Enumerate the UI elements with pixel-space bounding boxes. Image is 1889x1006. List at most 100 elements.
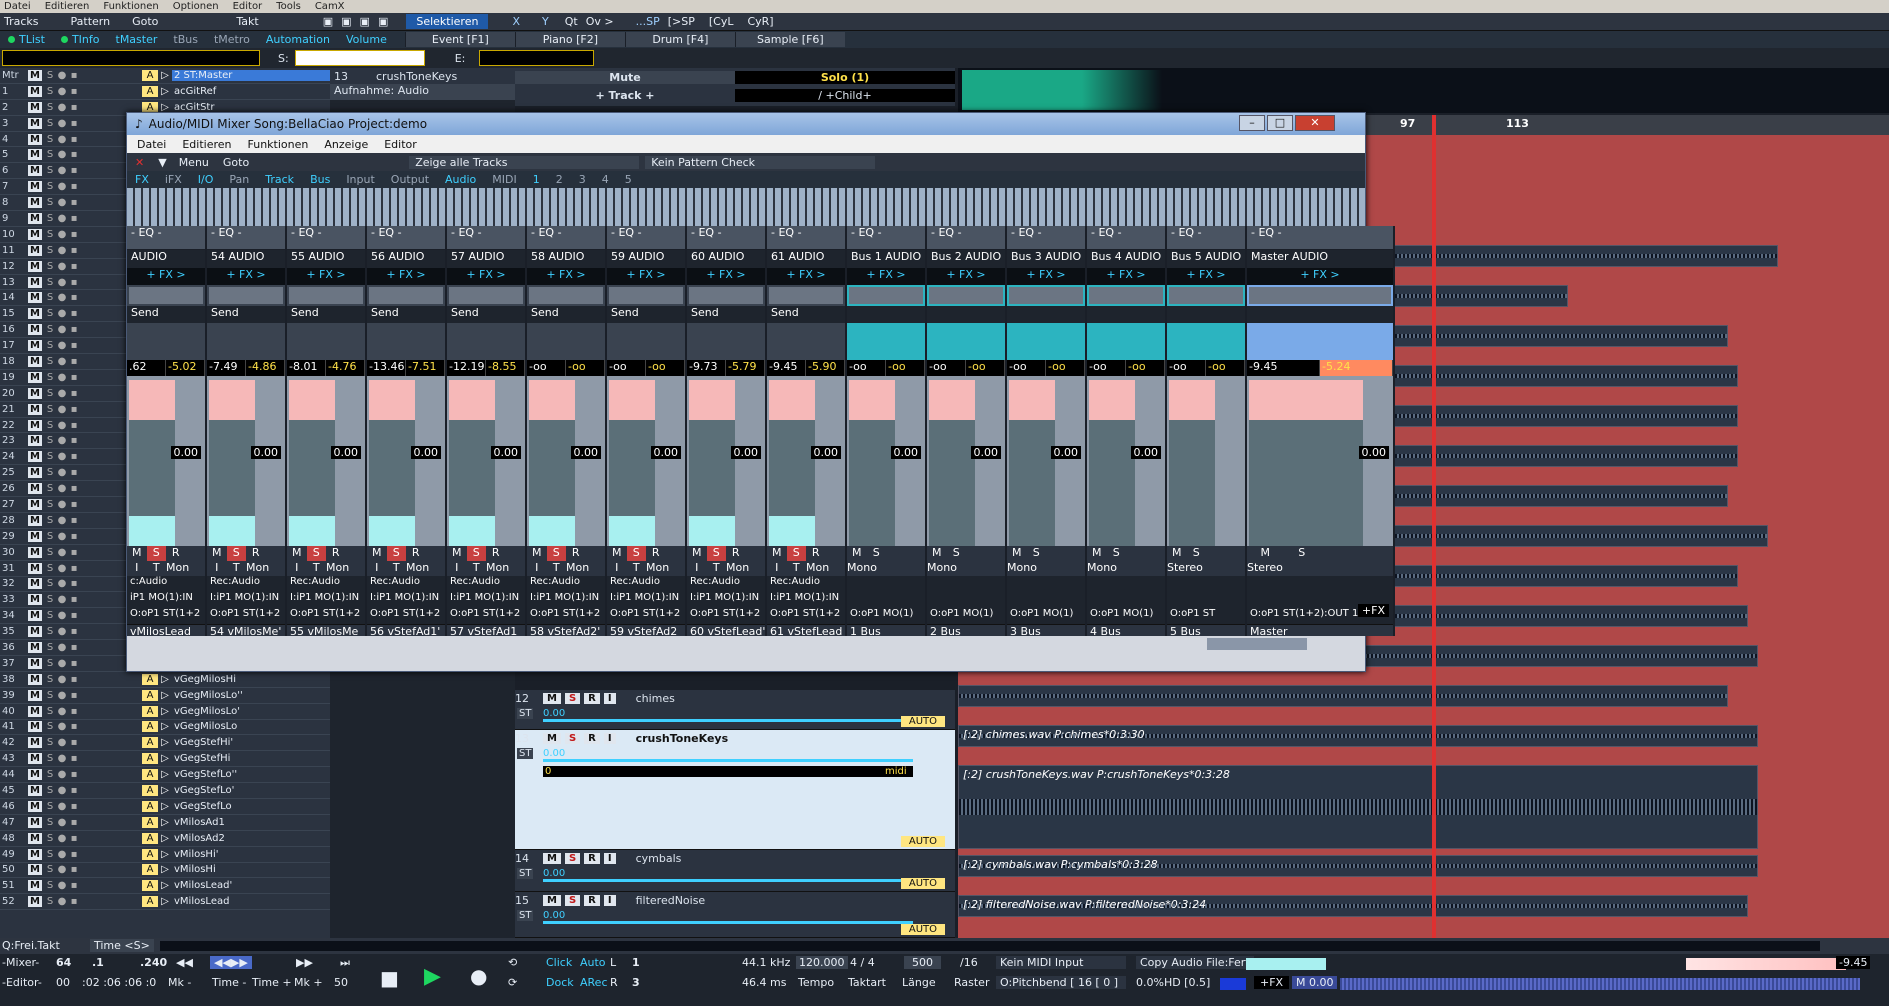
channel-btn-r[interactable]: R <box>566 546 586 561</box>
solo-button[interactable]: S <box>44 801 56 812</box>
track-name[interactable]: filteredNoise <box>636 894 706 907</box>
solo-button[interactable]: S <box>44 737 56 748</box>
input-routing[interactable] <box>1007 592 1085 608</box>
solo-button[interactable]: S <box>44 292 56 303</box>
mute-button[interactable]: M <box>28 848 42 860</box>
monitor-icon[interactable]: ▪ <box>68 102 80 113</box>
record-mode[interactable]: Rec:Audio <box>207 576 285 592</box>
mixer-menu-item[interactable]: Editor <box>384 138 417 151</box>
record-dot-icon[interactable]: ● <box>56 547 68 558</box>
dock-toggle[interactable]: Dock <box>546 976 574 989</box>
track-name[interactable]: vGegMilosLo <box>172 721 330 732</box>
rewind-icon[interactable]: ◀◀ <box>176 956 193 969</box>
record-dot-icon[interactable]: ● <box>56 753 68 764</box>
time-select[interactable]: Time <S> <box>90 939 154 952</box>
editor-tab-2[interactable]: Drum [F4] <box>624 32 735 47</box>
channel-btn-mon[interactable]: Mon <box>486 561 509 576</box>
output-routing[interactable]: O:oP1 ST(1+2 <box>527 608 605 624</box>
fx-button[interactable]: + FX > <box>1247 268 1393 285</box>
solo-button[interactable]: S <box>44 181 56 192</box>
mute-button[interactable]: M <box>28 769 42 781</box>
solo-button[interactable]: S <box>44 721 56 732</box>
channel-btn-r[interactable]: R <box>406 546 426 561</box>
channel-btn-s[interactable]: S <box>786 546 806 561</box>
automation-button[interactable]: AUTO <box>900 878 945 889</box>
record-dot-icon[interactable]: ● <box>56 785 68 796</box>
record-dot-icon[interactable]: ● <box>56 880 68 891</box>
record-button[interactable]: R <box>584 692 600 704</box>
mixer-menu-item[interactable]: Editieren <box>182 138 231 151</box>
mute-button[interactable]: M <box>28 355 42 367</box>
mute-button[interactable]: M <box>1167 546 1187 561</box>
solo-header[interactable]: Solo (1) <box>735 70 955 84</box>
track-header[interactable]: 15 M S R IfilteredNoise ST 0.00 AUTO <box>515 892 955 938</box>
record-mode[interactable] <box>1167 576 1245 592</box>
tinfo-toggle[interactable]: TInfo <box>53 33 108 46</box>
solo-button[interactable]: S <box>564 692 581 704</box>
monitor-icon[interactable]: ▪ <box>68 610 80 621</box>
mixer-titlebar[interactable]: ♪ Audio/MIDI Mixer Song:BellaCiao Projec… <box>127 113 1365 135</box>
monitor-icon[interactable]: ▪ <box>68 674 80 685</box>
channel-btn-mon[interactable]: Mon <box>406 561 429 576</box>
x-button[interactable]: X <box>508 15 524 28</box>
record-dot-icon[interactable]: ● <box>56 610 68 621</box>
channel-btn-r[interactable]: R <box>806 546 826 561</box>
mute-button[interactable]: M <box>1087 546 1107 561</box>
monitor-icon[interactable]: ▪ <box>68 229 80 240</box>
mute-button[interactable]: M <box>28 244 42 256</box>
mute-button[interactable]: M <box>28 403 42 415</box>
solo-button[interactable]: S <box>564 732 581 744</box>
mixer-channel[interactable]: - EQ -56 AUDIO + FX > Send -13.46 -7.51 0.00 M… <box>367 226 447 636</box>
channel-btn-m[interactable]: M <box>687 546 707 561</box>
mute-button[interactable]: M <box>543 852 561 864</box>
play-icon[interactable]: ▶ <box>424 964 441 989</box>
record-mode[interactable]: Rec:Audio <box>687 576 765 592</box>
record-dot-icon[interactable]: ● <box>56 70 68 81</box>
solo-button[interactable]: S <box>44 134 56 145</box>
channel-btn-blank[interactable] <box>666 546 686 561</box>
play-track-icon[interactable]: ▷ <box>158 849 172 860</box>
solo-button[interactable]: S <box>44 70 56 81</box>
play-track-icon[interactable]: ▷ <box>158 674 172 685</box>
mute-button[interactable]: M <box>28 737 42 749</box>
solo-button[interactable]: S <box>44 356 56 367</box>
input-routing[interactable]: iP1 MO(1):IN <box>127 592 205 608</box>
mixer-tab[interactable]: 3 <box>571 173 594 186</box>
channel-btn-s[interactable]: S <box>466 546 486 561</box>
zeige-select[interactable]: Zeige alle Tracks <box>409 155 640 169</box>
mixer-channel[interactable]: - EQ - Master AUDIO + FX > -9.45 -5.24 0.00 M S… <box>1247 226 1395 636</box>
solo-button[interactable]: S <box>44 451 56 462</box>
mute-track-button[interactable]: + Track + <box>515 88 735 102</box>
mute-button[interactable]: M <box>28 149 42 161</box>
record-dot-icon[interactable]: ● <box>56 435 68 446</box>
takt-menu[interactable]: Takt <box>232 15 262 28</box>
channel-btn-mon[interactable]: Mon <box>246 561 269 576</box>
channel-btn-r[interactable]: R <box>646 546 666 561</box>
mute-button[interactable]: M <box>28 896 42 908</box>
record-dot-icon[interactable]: ● <box>56 340 68 351</box>
editor-tab-3[interactable]: Sample [F6] <box>734 32 845 47</box>
mixer-tab[interactable]: MIDI <box>484 173 524 186</box>
mute-button[interactable]: M <box>28 451 42 463</box>
level-meter[interactable]: 0.00 <box>447 376 525 546</box>
monitor-icon[interactable]: ▪ <box>68 690 80 701</box>
track-name[interactable]: vGegMilosLo'' <box>172 690 330 701</box>
record-dot-icon[interactable]: ● <box>56 674 68 685</box>
cyl-button[interactable]: [CyL <box>705 15 738 28</box>
record-icon[interactable]: ● <box>470 964 487 988</box>
solo-button[interactable]: S <box>44 435 56 446</box>
fader-value[interactable]: 0.00 <box>1130 446 1161 459</box>
solo-button[interactable]: S <box>44 896 56 907</box>
track-header[interactable]: 12 M S R Ichimes ST 0.00 AUTO <box>515 690 955 730</box>
monitor-icon[interactable]: ▪ <box>68 181 80 192</box>
output-routing[interactable]: O:oP1 ST(1+2 <box>607 608 685 624</box>
channel-plug-icon[interactable] <box>609 287 683 304</box>
mixer-tab[interactable]: Input <box>338 173 382 186</box>
fader-value[interactable]: 0.00 <box>250 446 281 459</box>
menu-funktionen[interactable]: Funktionen <box>103 1 158 12</box>
channel-btn-r[interactable]: R <box>246 546 266 561</box>
mute-button[interactable]: M <box>927 546 947 561</box>
play-track-icon[interactable]: ▷ <box>158 769 172 780</box>
monitor-icon[interactable]: ▪ <box>68 531 80 542</box>
mixer-tab[interactable]: Pan <box>221 173 257 186</box>
